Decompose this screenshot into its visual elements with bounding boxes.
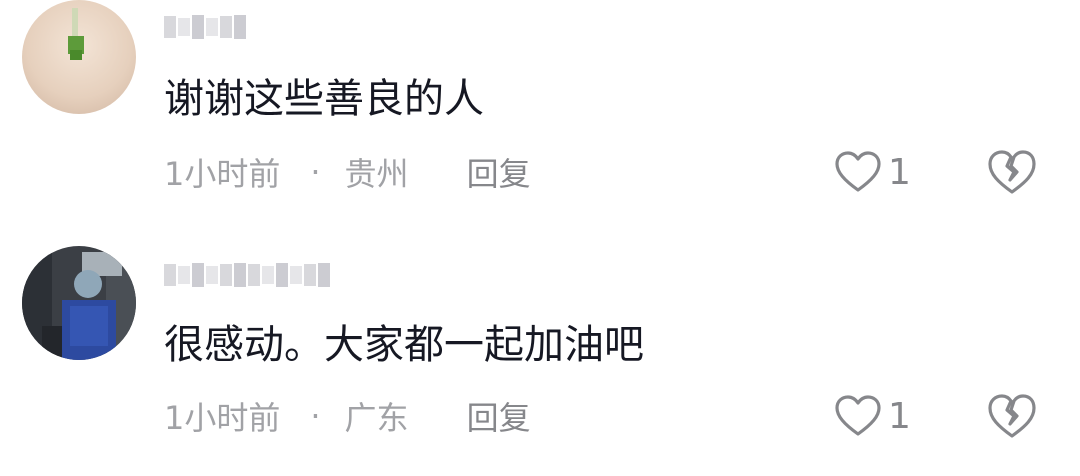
dislike-button[interactable] <box>986 148 1038 196</box>
comment-time: 1小时前 <box>164 155 281 193</box>
avatar-image <box>22 246 136 360</box>
dislike-button[interactable] <box>986 392 1038 440</box>
meta-separator: · <box>310 397 321 435</box>
broken-heart-icon <box>988 394 1036 438</box>
heart-outline-icon <box>835 151 881 192</box>
username-blurred <box>164 263 330 287</box>
comment-location: 广东 <box>344 399 409 437</box>
username-blurred <box>164 15 246 39</box>
avatar-image <box>22 0 136 114</box>
like-count: 1 <box>888 151 911 193</box>
avatar[interactable] <box>22 246 136 360</box>
comment-location: 贵州 <box>344 155 409 193</box>
like-button[interactable]: 1 <box>834 148 911 196</box>
reply-button[interactable]: 回复 <box>467 149 531 195</box>
comment-meta: 1小时前 · 广东 回复 <box>164 392 531 440</box>
like-button[interactable]: 1 <box>834 392 911 440</box>
comment-item: 大山 谢谢这些善良的人 1小时前 · 贵州 回复 1 <box>0 0 1080 238</box>
username[interactable]: 大山 <box>164 10 246 44</box>
meta-separator: · <box>310 153 321 191</box>
username[interactable] <box>164 258 330 292</box>
avatar[interactable] <box>22 0 136 114</box>
comment-meta: 1小时前 · 贵州 回复 <box>164 148 531 196</box>
comment-text: 谢谢这些善良的人 <box>164 76 484 122</box>
comment-text: 很感动。大家都一起加油吧 <box>164 322 644 368</box>
comment-item: 很感动。大家都一起加油吧 1小时前 · 广东 回复 1 <box>0 238 1080 476</box>
comment-time: 1小时前 <box>164 399 281 437</box>
like-count: 1 <box>888 395 911 437</box>
broken-heart-icon <box>988 150 1036 194</box>
reply-button[interactable]: 回复 <box>467 393 531 439</box>
heart-outline-icon <box>835 395 881 436</box>
